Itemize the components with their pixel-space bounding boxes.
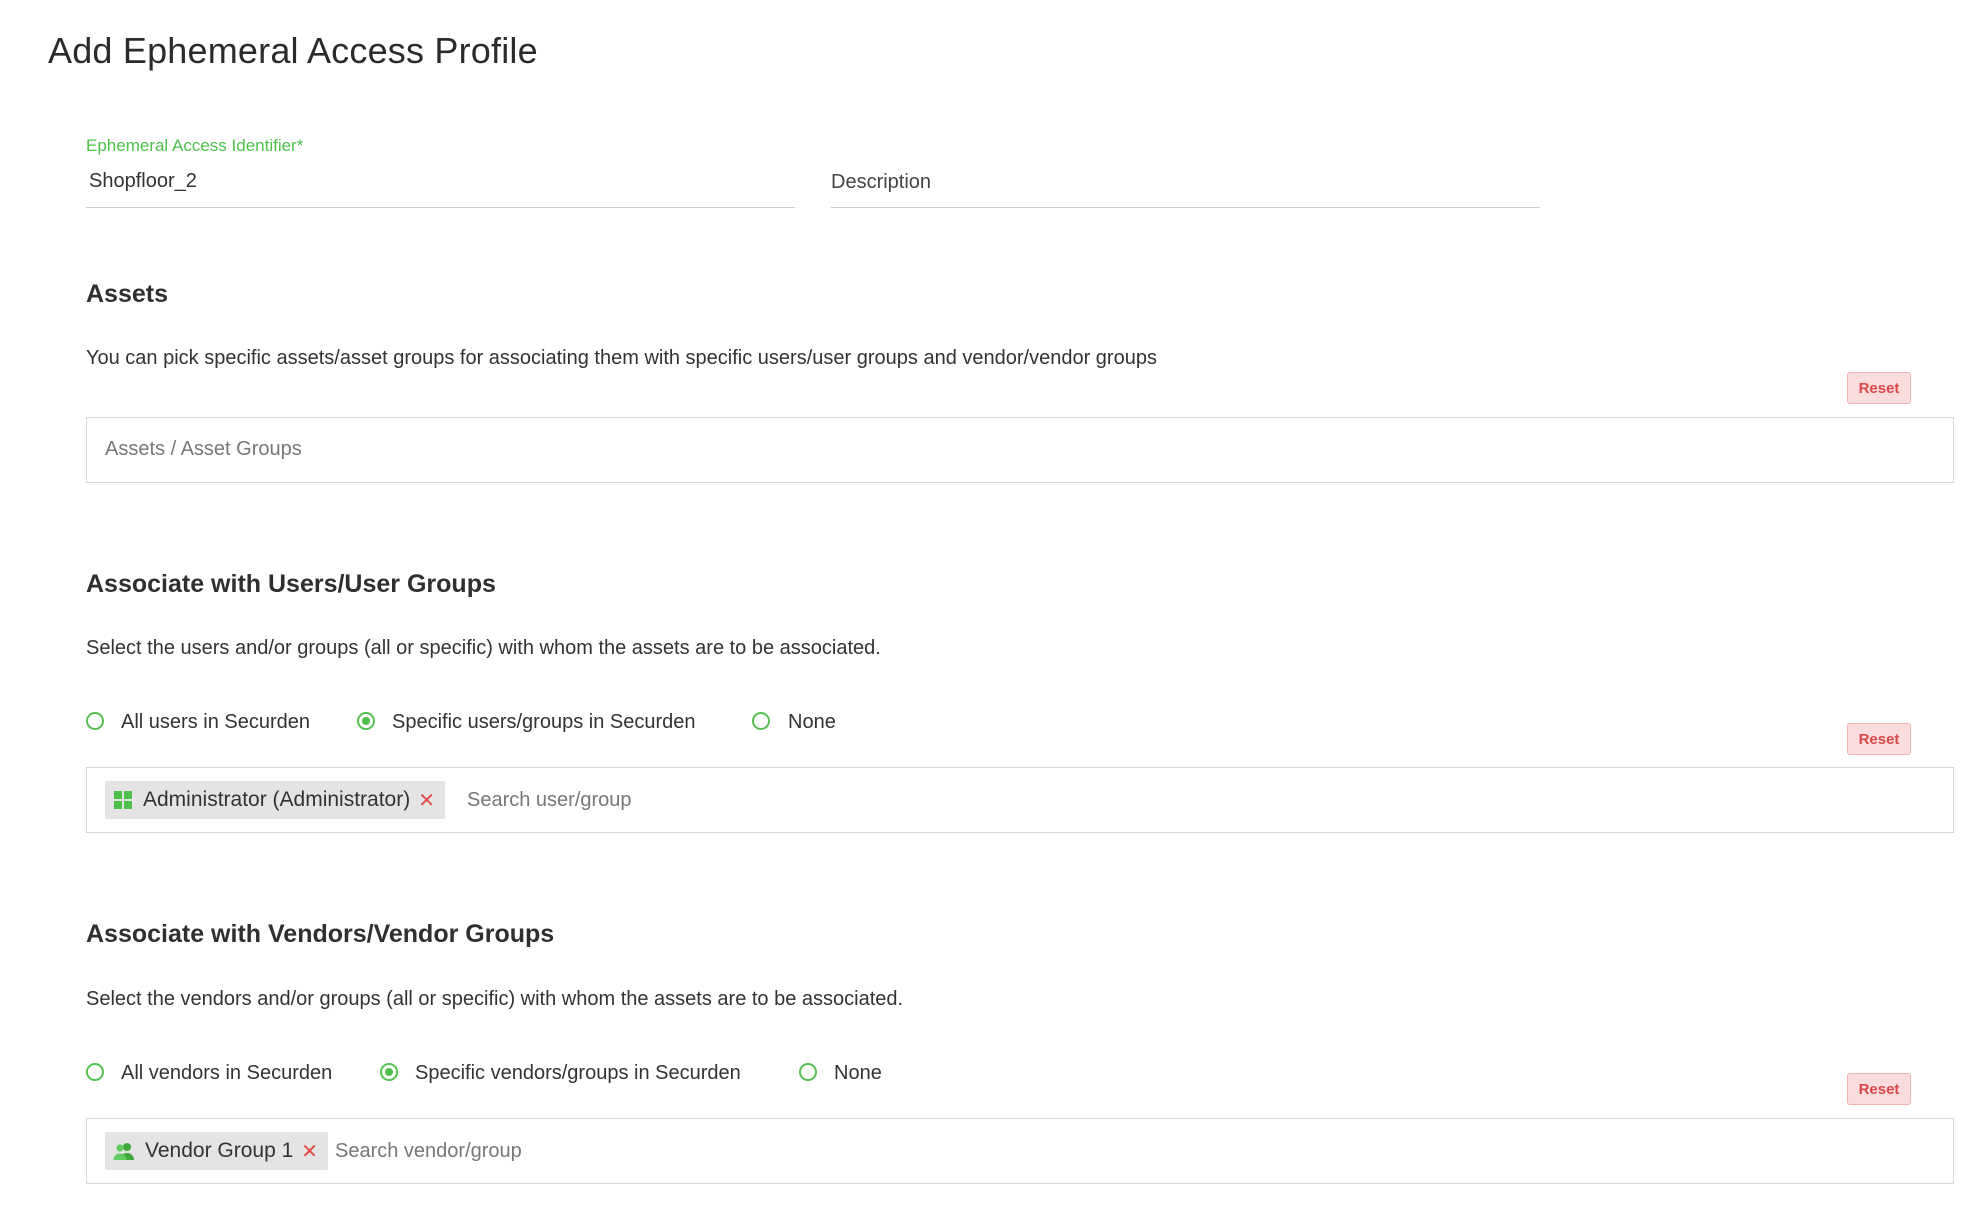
users-picker[interactable]: Administrator (Administrator) ✕ xyxy=(86,767,1954,833)
vendors-description: Select the vendors and/or groups (all or… xyxy=(86,988,904,1010)
vendors-title: Associate with Vendors/Vendor Groups xyxy=(86,920,555,948)
assets-title: Assets xyxy=(86,280,168,308)
radio-all-users-label[interactable]: All users in Securden xyxy=(121,711,310,734)
vendors-picker[interactable]: Vendor Group 1 ✕ xyxy=(86,1118,1954,1184)
description-input[interactable]: Description xyxy=(831,171,931,194)
page-title: Add Ephemeral Access Profile xyxy=(48,30,538,71)
assets-description: You can pick specific assets/asset group… xyxy=(86,347,1157,369)
identifier-label: Ephemeral Access Identifier* xyxy=(86,136,304,155)
users-description: Select the users and/or groups (all or s… xyxy=(86,637,881,659)
assets-reset-button[interactable]: Reset xyxy=(1847,372,1911,404)
radio-no-users-label[interactable]: None xyxy=(788,711,836,734)
radio-no-users[interactable] xyxy=(752,712,770,730)
selected-vendor-label: Vendor Group 1 xyxy=(145,1139,294,1162)
selected-user-label: Administrator (Administrator) xyxy=(143,788,411,811)
windows-icon xyxy=(113,790,133,810)
radio-specific-users[interactable] xyxy=(357,712,375,730)
radio-specific-vendors[interactable] xyxy=(380,1063,398,1081)
remove-vendor-icon[interactable]: ✕ xyxy=(301,1139,318,1164)
radio-no-vendors[interactable] xyxy=(799,1063,817,1081)
radio-specific-users-label[interactable]: Specific users/groups in Securden xyxy=(392,711,696,734)
users-title: Associate with Users/User Groups xyxy=(86,570,496,598)
assets-picker[interactable]: Assets / Asset Groups xyxy=(86,417,1954,483)
vendor-search-input[interactable] xyxy=(335,1133,935,1169)
assets-picker-placeholder: Assets / Asset Groups xyxy=(105,438,302,460)
radio-all-vendors[interactable] xyxy=(86,1063,104,1081)
remove-user-icon[interactable]: ✕ xyxy=(418,788,435,813)
selected-vendor-chip: Vendor Group 1 ✕ xyxy=(105,1132,329,1170)
user-group-icon xyxy=(113,1141,135,1161)
description-underline xyxy=(831,207,1540,208)
radio-all-users[interactable] xyxy=(86,712,104,730)
vendors-reset-button[interactable]: Reset xyxy=(1847,1073,1911,1105)
identifier-underline xyxy=(86,207,795,208)
radio-all-vendors-label[interactable]: All vendors in Securden xyxy=(121,1062,332,1085)
radio-specific-vendors-label[interactable]: Specific vendors/groups in Securden xyxy=(415,1062,741,1085)
user-search-input[interactable] xyxy=(467,782,1067,818)
selected-user-chip: Administrator (Administrator) ✕ xyxy=(105,781,445,819)
identifier-input[interactable]: Shopfloor_2 xyxy=(89,170,197,193)
radio-no-vendors-label[interactable]: None xyxy=(834,1062,882,1085)
users-reset-button[interactable]: Reset xyxy=(1847,723,1911,755)
